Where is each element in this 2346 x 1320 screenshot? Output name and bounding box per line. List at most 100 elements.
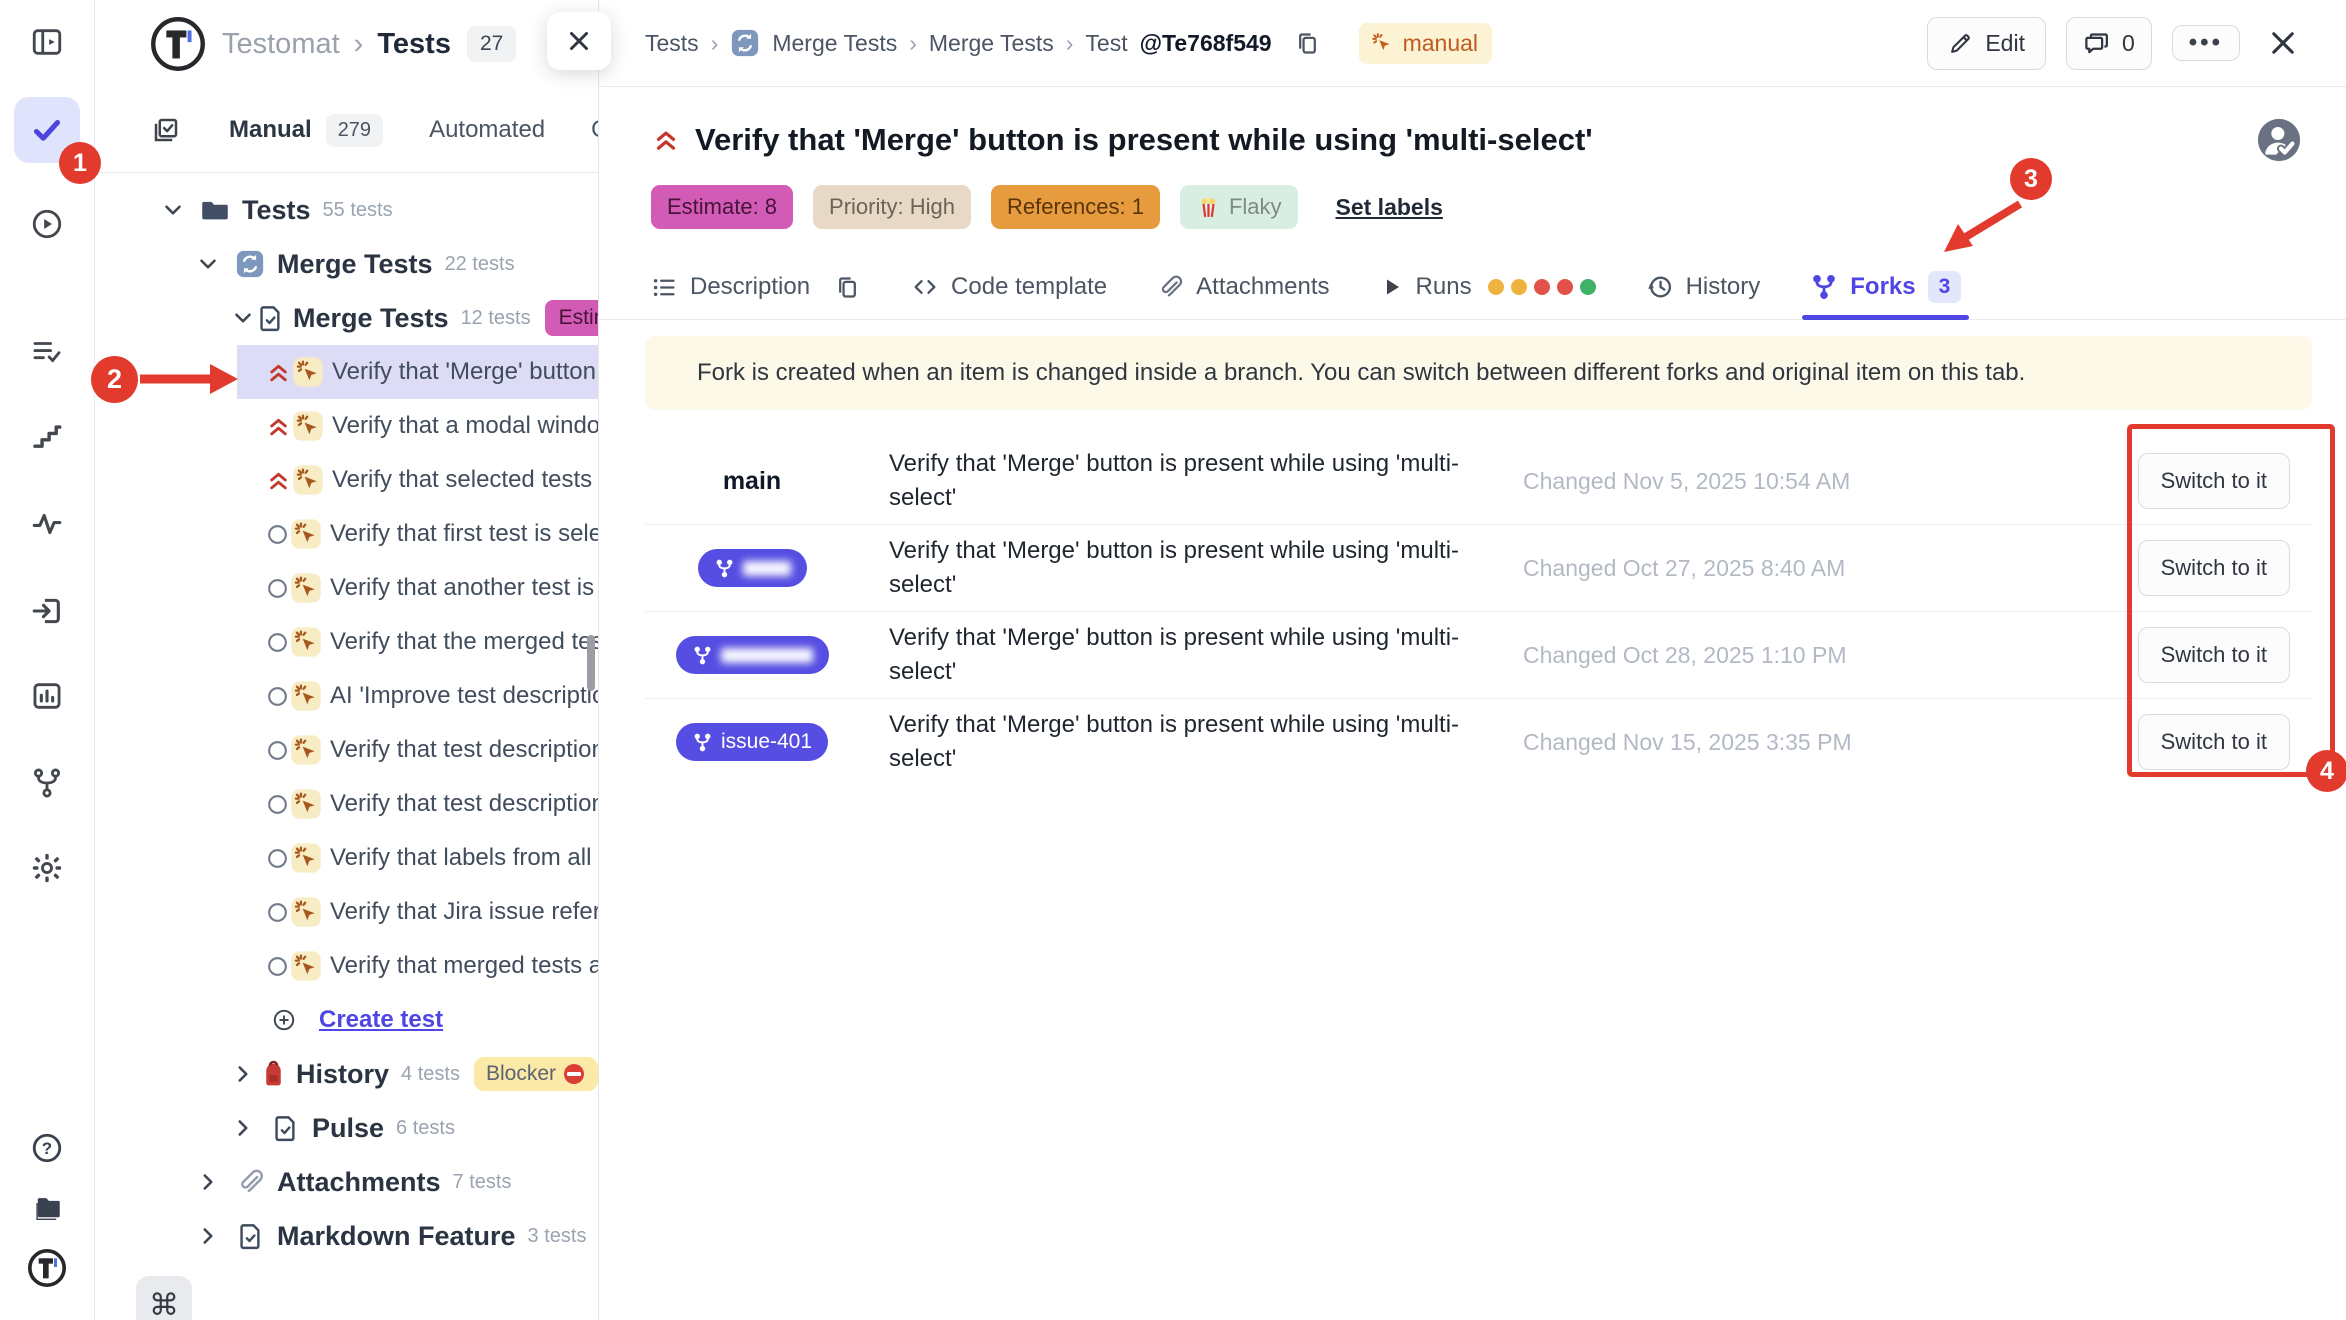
sync-suite-icon: [730, 28, 760, 58]
history-clock-icon: [1646, 273, 1674, 301]
breadcrumb-tests[interactable]: Tests: [645, 30, 699, 57]
set-labels-link[interactable]: Set labels: [1336, 194, 1443, 221]
analytics-icon[interactable]: [30, 679, 64, 713]
tab-outdated[interactable]: Outdated: [591, 116, 599, 144]
branch-badge[interactable]: [676, 636, 829, 674]
chevron-right-icon[interactable]: [195, 1223, 231, 1249]
estimate-label[interactable]: Estimate: 8: [651, 185, 793, 229]
breadcrumb-subgroup[interactable]: Merge Tests: [929, 30, 1054, 57]
tree-node[interactable]: Markdown Feature3 tests: [94, 1209, 598, 1263]
tree-node-label: Verify that first test is selected: [330, 520, 599, 548]
fork-changed-date: Changed Nov 5, 2025 10:54 AM: [1523, 468, 1850, 495]
references-label[interactable]: References: 1: [991, 185, 1160, 229]
left-icon-rail: ?: [0, 0, 95, 1320]
close-detail-icon[interactable]: [2266, 26, 2300, 60]
breadcrumb-group[interactable]: Merge Tests: [772, 30, 897, 57]
chevron-down-icon[interactable]: [230, 305, 256, 331]
backpack-icon: [258, 1060, 288, 1089]
status-open-icon: [265, 576, 290, 601]
tab-automated[interactable]: Automated: [429, 116, 545, 144]
help-icon[interactable]: ?: [30, 1131, 64, 1165]
copy-description-icon[interactable]: [834, 255, 861, 319]
tab-runs[interactable]: Runs: [1380, 255, 1596, 319]
switch-to-it-button[interactable]: Switch to it: [2138, 453, 2290, 509]
tree-node[interactable]: Attachments7 tests: [94, 1155, 598, 1209]
chevron-right-icon[interactable]: [230, 1061, 258, 1087]
bulk-select-icon[interactable]: [151, 115, 181, 145]
switch-to-it-button[interactable]: Switch to it: [2138, 627, 2290, 683]
flaky-label[interactable]: Flaky: [1180, 185, 1298, 229]
tree-node-count: 12 tests: [461, 307, 531, 330]
tree-node[interactable]: Verify that test descriptions are: [94, 723, 598, 777]
high-priority-icon: [265, 359, 292, 386]
branch-badge[interactable]: [698, 549, 807, 587]
close-tree-panel-button[interactable]: [547, 12, 611, 70]
tests-tree: Tests55 testsMerge Tests22 testsMerge Te…: [94, 173, 598, 1263]
steps-icon[interactable]: [30, 420, 64, 454]
projects-folder-icon[interactable]: [30, 1191, 64, 1225]
tree-node[interactable]: AI 'Improve test description' works: [94, 669, 598, 723]
tab-attachments[interactable]: Attachments: [1157, 255, 1329, 319]
chevron-right-icon[interactable]: [230, 1115, 266, 1141]
tree-scrollbar[interactable]: [587, 635, 595, 691]
tree-node-label: Verify that test descriptions can be: [330, 790, 599, 818]
assignee-avatar[interactable]: [2256, 117, 2302, 163]
testomat-logo-icon[interactable]: [27, 1248, 67, 1288]
runs-play-icon[interactable]: [30, 207, 64, 241]
tree-node[interactable]: Verify that test descriptions can be: [94, 777, 598, 831]
create-test-link[interactable]: Create test: [319, 1006, 443, 1034]
tab-forks[interactable]: Forks 3: [1810, 255, 1961, 319]
tests-count-badge: 27: [467, 26, 516, 62]
high-priority-icon: [265, 413, 292, 440]
fork-branch-cell: [645, 636, 859, 674]
settings-gear-icon[interactable]: [30, 851, 64, 885]
tree-node[interactable]: Merge Tests12 testsEstimate: 8: [94, 291, 598, 345]
tree-node[interactable]: Verify that another test is added: [94, 561, 598, 615]
test-plans-icon[interactable]: [30, 335, 64, 369]
fork-changed-date: Changed Oct 27, 2025 8:40 AM: [1523, 555, 1845, 582]
edit-button[interactable]: Edit: [1927, 17, 2046, 70]
tree-node[interactable]: Verify that first test is selected: [94, 507, 598, 561]
import-icon[interactable]: [30, 594, 64, 628]
tree-node[interactable]: Verify that Jira issue references are: [94, 885, 598, 939]
document-icon: [231, 1222, 269, 1251]
tree-node[interactable]: Verify that selected tests are merged: [94, 453, 598, 507]
copy-test-id-icon[interactable]: [1294, 30, 1321, 57]
tab-history[interactable]: History: [1646, 255, 1761, 319]
panel-toggle-icon[interactable]: [30, 25, 64, 59]
tree-node[interactable]: Pulse6 tests: [94, 1101, 598, 1155]
manual-test-icon: [292, 356, 324, 388]
tab-code-template[interactable]: Code template: [911, 255, 1107, 319]
tree-node-count: 22 tests: [445, 253, 515, 276]
pulse-icon[interactable]: [30, 507, 64, 541]
testomat-logo-icon[interactable]: [150, 16, 206, 72]
switch-to-it-button[interactable]: Switch to it: [2138, 714, 2290, 770]
tree-node[interactable]: Verify that a modal window appears: [94, 399, 598, 453]
tests-check-icon[interactable]: [29, 112, 65, 148]
priority-label[interactable]: Priority: High: [813, 185, 971, 229]
tree-node-label: History: [296, 1059, 389, 1090]
tree-node[interactable]: Verify that merged tests are removed: [94, 939, 598, 993]
tree-node[interactable]: Verify that labels from all tests are: [94, 831, 598, 885]
tree-node[interactable]: History4 testsBlocker: [94, 1047, 598, 1101]
branch-badge[interactable]: issue-401: [676, 723, 828, 761]
more-options-button[interactable]: •••: [2172, 25, 2240, 61]
create-test-link-row[interactable]: Create test: [94, 993, 598, 1047]
plus-circle-icon: [265, 1007, 303, 1033]
branches-icon[interactable]: [30, 766, 64, 800]
tree-node[interactable]: Verify that 'Merge' button is present: [94, 345, 598, 399]
comments-button[interactable]: 0: [2066, 17, 2152, 70]
tab-manual[interactable]: Manual: [229, 116, 312, 144]
tab-description[interactable]: Description: [651, 255, 810, 319]
app-name[interactable]: Testomat: [222, 28, 340, 61]
comment-bubble-icon: [2083, 30, 2110, 57]
shortcut-key-button[interactable]: ⌘: [136, 1276, 192, 1320]
tree-filter-tabs: Manual 279 Automated Outdated: [94, 88, 598, 173]
tree-node[interactable]: Tests55 tests: [94, 183, 598, 237]
chevron-down-icon[interactable]: [195, 251, 231, 277]
chevron-down-icon[interactable]: [160, 197, 196, 223]
switch-to-it-button[interactable]: Switch to it: [2138, 540, 2290, 596]
tree-node[interactable]: Verify that the merged test contains: [94, 615, 598, 669]
chevron-right-icon[interactable]: [195, 1169, 231, 1195]
tree-node[interactable]: Merge Tests22 tests: [94, 237, 598, 291]
